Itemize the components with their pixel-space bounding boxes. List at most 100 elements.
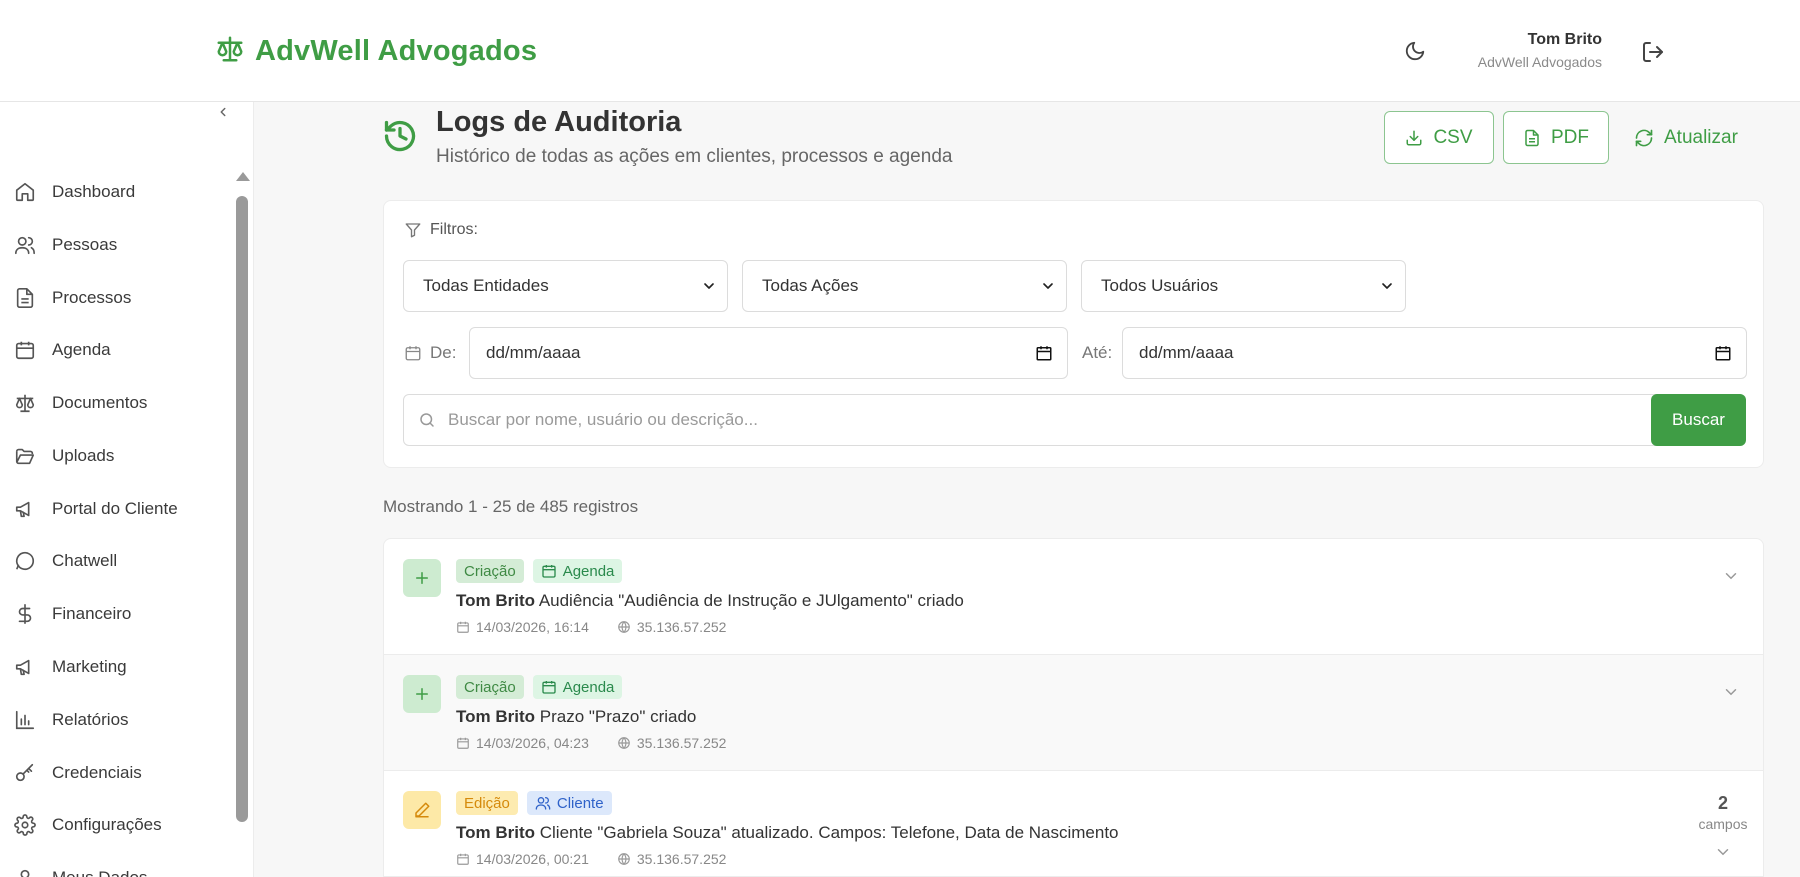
sidebar-item-label: Uploads xyxy=(52,446,115,465)
bar-chart-icon xyxy=(12,707,38,733)
globe-icon xyxy=(618,737,630,749)
fields-count-number: 2 xyxy=(1717,793,1728,813)
megaphone-icon xyxy=(12,496,38,522)
calendar-icon xyxy=(542,565,556,578)
entity-badge: Agenda xyxy=(532,559,623,583)
users-icon xyxy=(535,797,551,810)
sidebar-item-meus-dados[interactable]: Meus Dados xyxy=(12,860,227,877)
sidebar-item-label: Processos xyxy=(52,288,132,307)
history-icon xyxy=(382,118,418,159)
entity-badge-label: Cliente xyxy=(556,794,604,812)
download-icon xyxy=(1406,130,1422,145)
log-meta: 14/03/2026, 04:23 35.136.57.252 xyxy=(456,735,726,751)
user-select[interactable]: Todos Usuários xyxy=(1081,260,1406,312)
page-subtitle: Histórico de todas as ações em clientes,… xyxy=(436,146,953,167)
sidebar-item-label: Pessoas xyxy=(52,235,118,254)
sidebar-item-processos[interactable]: Processos xyxy=(12,280,227,316)
refresh-icon xyxy=(1635,129,1653,146)
globe-icon xyxy=(618,853,630,865)
sidebar-item-label: Agenda xyxy=(52,340,111,359)
log-row[interactable]: Edição Cliente Tom Brito Cliente "Gabrie… xyxy=(384,771,1763,876)
log-datetime: 14/03/2026, 16:14 xyxy=(476,619,589,635)
page-title: Logs de Auditoria xyxy=(436,106,682,138)
sidebar-item-label: Dashboard xyxy=(52,182,136,201)
sidebar: Dashboard Pessoas Processos Agenda Docum… xyxy=(0,102,254,877)
log-badges: Criação Agenda xyxy=(456,559,623,583)
date-from-label: De: xyxy=(430,343,457,362)
sidebar-item-relatorios[interactable]: Relatórios xyxy=(12,702,227,738)
user-select-value: Todos Usuários xyxy=(1101,276,1219,295)
calendar-icon xyxy=(405,346,421,361)
log-ip: 35.136.57.252 xyxy=(636,619,727,635)
log-description: Tom Brito Audiência "Audiência de Instru… xyxy=(456,591,964,611)
calendar-icon xyxy=(12,337,38,363)
log-row[interactable]: Criação Agenda Tom Brito Audiência "Audi… xyxy=(384,539,1763,655)
logout-button[interactable] xyxy=(1638,38,1668,66)
file-text-icon xyxy=(12,285,38,311)
sidebar-item-documentos[interactable]: Documentos xyxy=(12,385,227,421)
sidebar-item-dashboard[interactable]: Dashboard xyxy=(12,174,227,210)
sidebar-item-agenda[interactable]: Agenda xyxy=(12,332,227,368)
scroll-up-arrow[interactable] xyxy=(236,172,250,181)
expand-chevron-icon[interactable] xyxy=(1722,683,1740,706)
home-icon xyxy=(12,179,38,205)
log-datetime: 14/03/2026, 04:23 xyxy=(476,735,589,751)
export-pdf-button[interactable]: PDF xyxy=(1503,111,1609,164)
entity-select[interactable]: Todas Entidades xyxy=(403,260,728,312)
theme-toggle-button[interactable] xyxy=(1400,36,1430,66)
user-name: Tom Brito xyxy=(1527,31,1602,48)
date-to-value: dd/mm/aaaa xyxy=(1139,343,1234,362)
sidebar-item-financeiro[interactable]: Financeiro xyxy=(12,596,227,632)
calendar-picker-icon[interactable] xyxy=(1714,344,1732,362)
sidebar-item-chatwell[interactable]: Chatwell xyxy=(12,543,227,579)
file-text-icon xyxy=(1525,129,1539,146)
dollar-icon xyxy=(12,601,38,627)
brand-name: AdvWell Advogados xyxy=(255,35,538,67)
sidebar-item-marketing[interactable]: Marketing xyxy=(12,649,227,685)
action-select[interactable]: Todas Ações xyxy=(742,260,1067,312)
date-to-input[interactable]: dd/mm/aaaa xyxy=(1122,327,1747,379)
export-csv-button[interactable]: CSV xyxy=(1384,111,1494,164)
log-badges: Criação Agenda xyxy=(456,675,623,699)
main-content: Logs de Auditoria Histórico de todas as … xyxy=(254,102,1800,877)
search-button[interactable]: Buscar xyxy=(1651,394,1746,446)
refresh-button[interactable]: Atualizar xyxy=(1634,111,1738,164)
brand[interactable]: AdvWell Advogados xyxy=(215,34,537,69)
sidebar-item-uploads[interactable]: Uploads xyxy=(12,438,227,474)
log-datetime: 14/03/2026, 00:21 xyxy=(476,851,589,867)
search-placeholder: Buscar por nome, usuário ou descrição... xyxy=(448,410,758,429)
scroll-thumb[interactable] xyxy=(236,196,248,822)
export-pdf-label: PDF xyxy=(1551,126,1589,148)
filters-panel: Filtros: Todas Entidades Todas Ações Tod… xyxy=(383,200,1764,468)
sidebar-item-credenciais[interactable]: Credenciais xyxy=(12,755,227,791)
user-info: Tom Brito AdvWell Advogados xyxy=(1430,31,1602,70)
top-header: AdvWell Advogados Tom Brito AdvWell Advo… xyxy=(0,0,1800,102)
date-to-label: Até: xyxy=(1082,343,1113,362)
log-description: Tom Brito Prazo "Prazo" criado xyxy=(456,707,696,727)
calendar-icon xyxy=(457,737,469,749)
sidebar-scrollbar[interactable] xyxy=(236,172,250,877)
gear-icon xyxy=(12,812,38,838)
scale-icon xyxy=(12,390,38,416)
fields-count-label: campos xyxy=(1698,816,1748,832)
filter-icon xyxy=(405,223,421,238)
scale-icon xyxy=(215,34,245,69)
sidebar-item-portal-do-cliente[interactable]: Portal do Cliente xyxy=(12,491,227,527)
calendar-icon xyxy=(457,853,469,865)
pencil-icon xyxy=(403,791,441,829)
sidebar-item-pessoas[interactable]: Pessoas xyxy=(12,227,227,263)
sidebar-collapse-button[interactable] xyxy=(213,102,233,122)
expand-chevron-icon[interactable] xyxy=(1714,843,1732,866)
entity-badge: Agenda xyxy=(532,675,623,699)
search-input[interactable]: Buscar por nome, usuário ou descrição... xyxy=(403,394,1665,446)
user-org: AdvWell Advogados xyxy=(1477,54,1602,70)
expand-chevron-icon[interactable] xyxy=(1722,567,1740,590)
sidebar-item-label: Relatórios xyxy=(52,710,129,729)
date-from-input[interactable]: dd/mm/aaaa xyxy=(469,327,1068,379)
action-badge: Edição xyxy=(456,791,518,815)
calendar-picker-icon[interactable] xyxy=(1035,344,1053,362)
sidebar-item-configuracoes[interactable]: Configurações xyxy=(12,807,227,843)
log-row[interactable]: Criação Agenda Tom Brito Prazo "Prazo" c… xyxy=(384,655,1763,771)
moon-icon xyxy=(1405,41,1425,61)
sidebar-item-label: Meus Dados xyxy=(52,868,147,877)
